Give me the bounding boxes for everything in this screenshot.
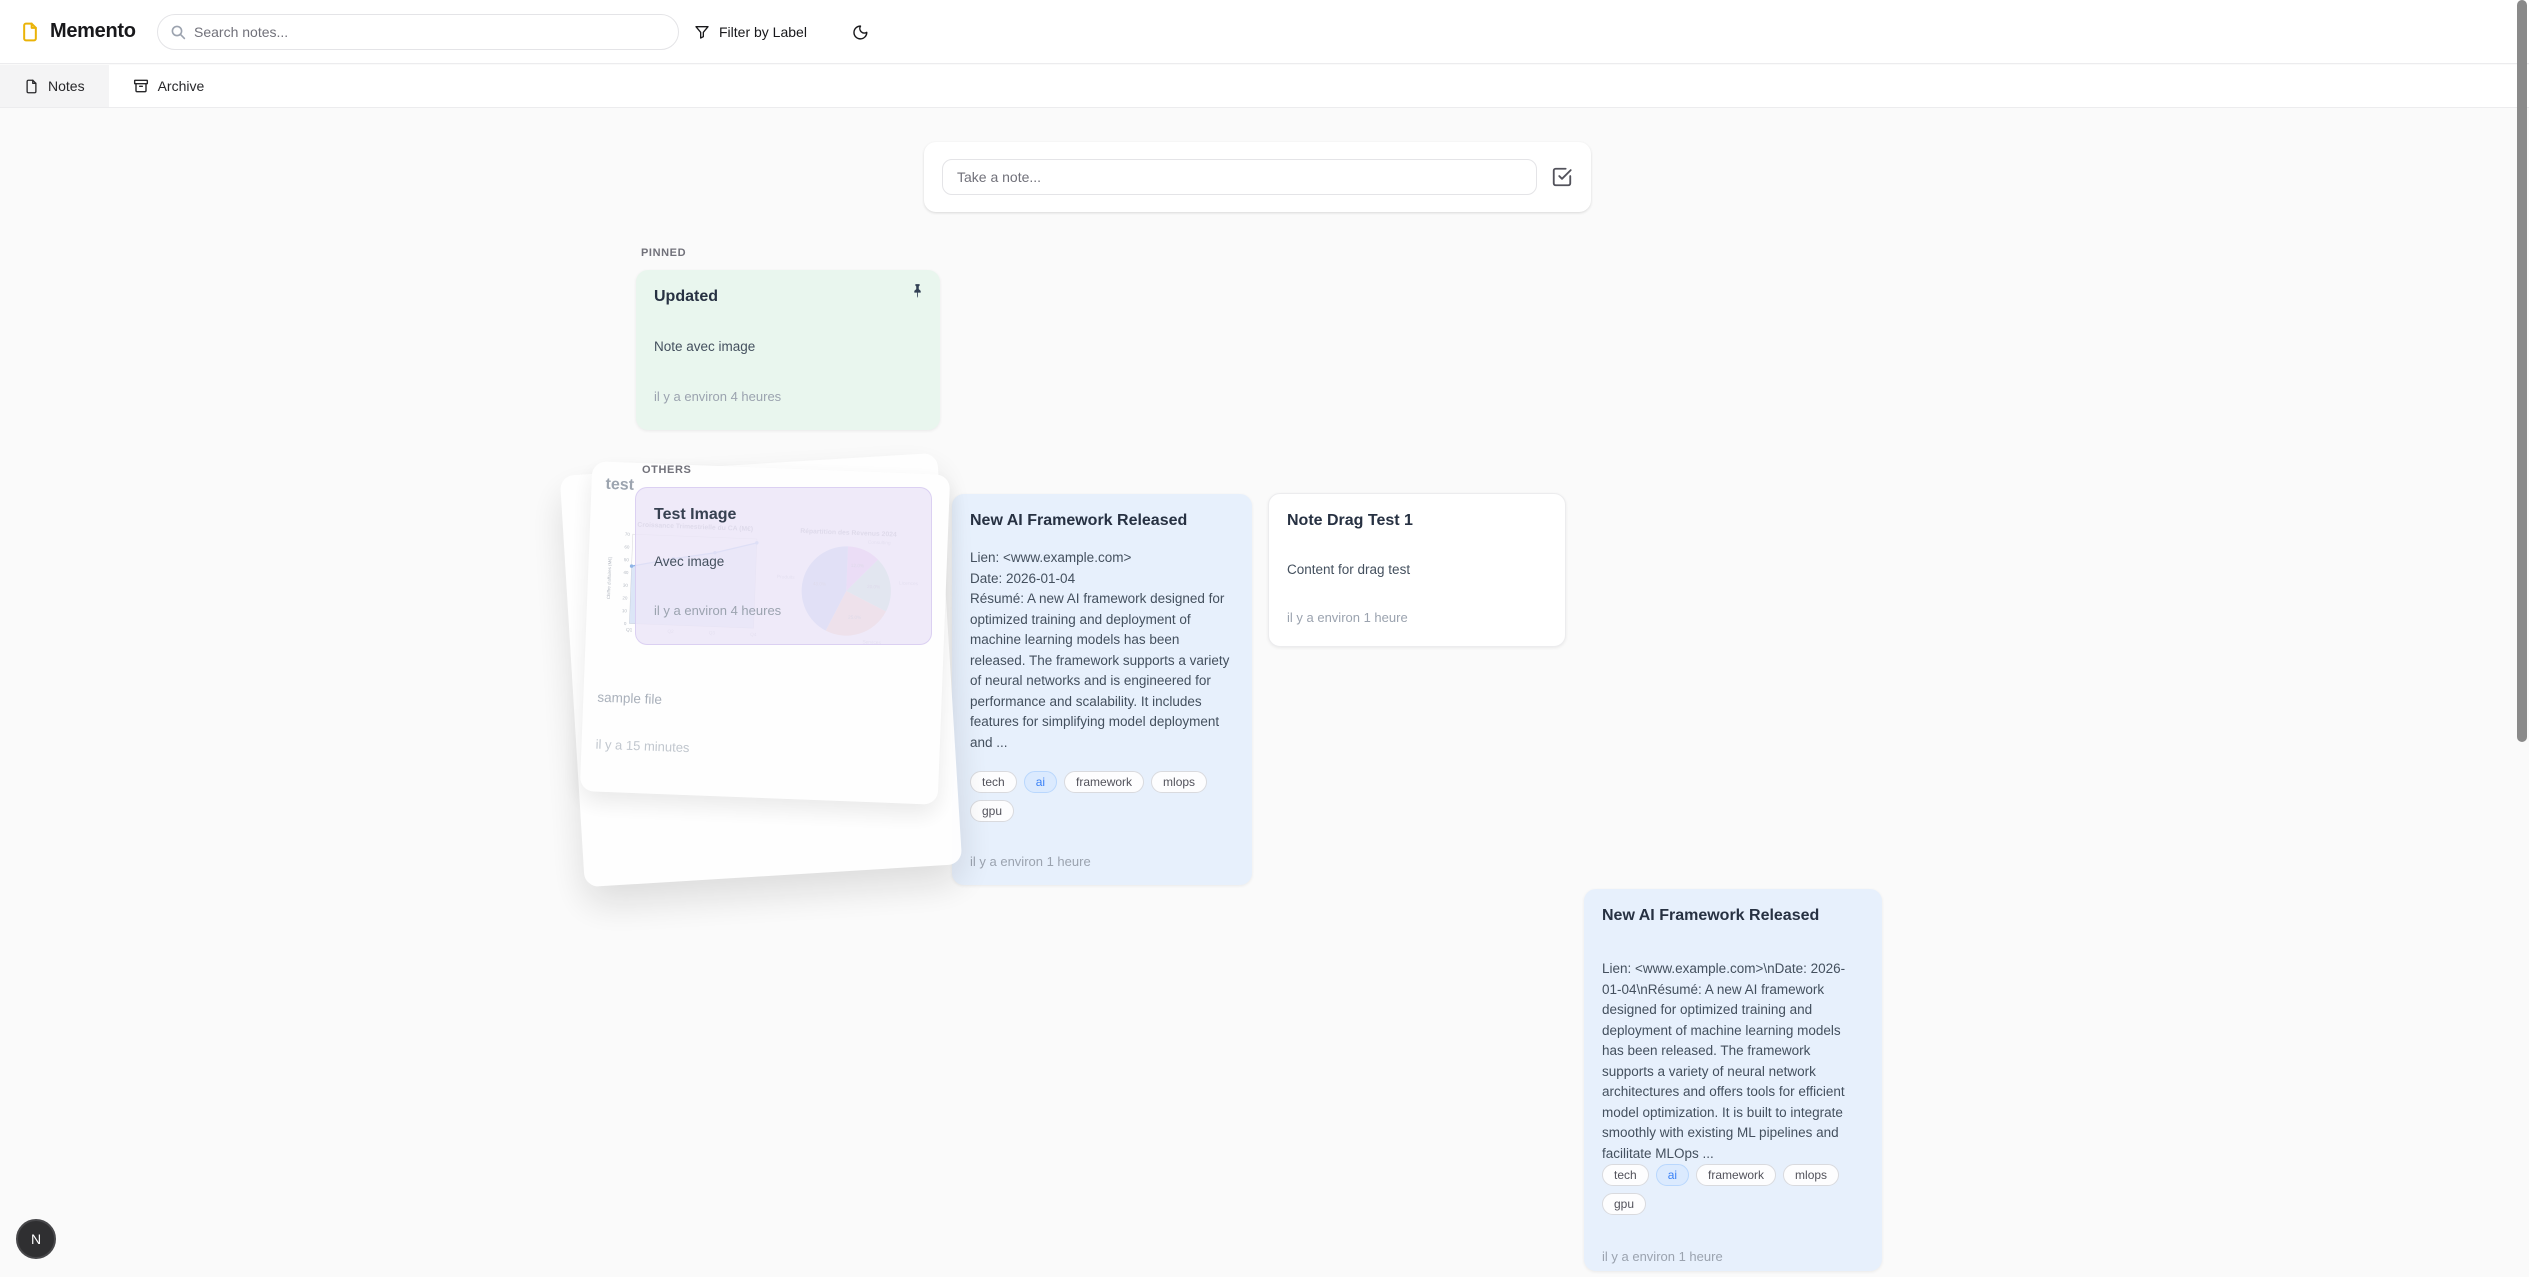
filter-by-label-text: Filter by Label <box>719 24 807 40</box>
avatar-initial: N <box>31 1231 41 1247</box>
note-timestamp: il y a environ 1 heure <box>1287 610 1547 625</box>
note-card-pinned[interactable]: Updated Note avec image il y a environ 4… <box>636 270 940 430</box>
svg-text:70: 70 <box>625 532 631 537</box>
svg-text:40: 40 <box>623 570 629 575</box>
note-content: sample file <box>597 690 927 718</box>
app-logo: Memento <box>20 20 136 43</box>
svg-text:Q1: Q1 <box>626 627 633 632</box>
note-labels: tech ai framework mlops gpu <box>970 771 1234 822</box>
checklist-icon[interactable] <box>1551 166 1573 188</box>
pinned-section-label: PINNED <box>641 247 686 259</box>
tab-archive-label: Archive <box>158 78 205 94</box>
note-card-ai-framework-2[interactable]: New AI Framework Released Lien: <www.exa… <box>1584 889 1882 1271</box>
note-title: New AI Framework Released <box>1602 905 1864 927</box>
filter-icon <box>694 24 710 40</box>
label-chip-ai[interactable]: ai <box>1656 1164 1689 1186</box>
note-labels: tech ai framework mlops gpu <box>1602 1164 1864 1215</box>
note-title: Updated <box>654 286 922 308</box>
take-a-note-input[interactable] <box>942 159 1537 195</box>
note-content: Lien: <www.example.com> Date: 2026-01-04… <box>970 548 1234 753</box>
note-card-ghost[interactable]: Test Image Avec image il y a environ 4 h… <box>635 487 932 645</box>
note-title: Note Drag Test 1 <box>1287 510 1547 532</box>
tab-archive[interactable]: Archive <box>109 65 229 107</box>
svg-text:30: 30 <box>623 583 629 588</box>
note-content: Content for drag test <box>1287 560 1547 581</box>
note-file-icon <box>24 79 39 94</box>
note-content: Lien: <www.example.com>\nDate: 2026-01-0… <box>1602 959 1864 1164</box>
note-timestamp: il y a environ 4 heures <box>654 603 913 618</box>
others-section-label: OTHERS <box>642 464 691 476</box>
label-chip-ai[interactable]: ai <box>1024 771 1057 793</box>
label-chip-tech[interactable]: tech <box>970 771 1017 793</box>
app-title: Memento <box>50 20 136 43</box>
svg-text:10: 10 <box>622 608 628 613</box>
svg-text:60: 60 <box>624 544 630 549</box>
label-chip-mlops[interactable]: mlops <box>1151 771 1207 793</box>
note-timestamp: il y a 15 minutes <box>595 737 925 765</box>
note-card-ai-framework[interactable]: New AI Framework Released Lien: <www.exa… <box>952 494 1252 885</box>
note-content: Avec image <box>654 552 913 573</box>
note-title: New AI Framework Released <box>970 510 1234 532</box>
app-header: Memento Filter by Label <box>0 0 2529 64</box>
svg-text:50: 50 <box>624 557 630 562</box>
logo-file-icon <box>20 21 40 43</box>
label-chip-tech[interactable]: tech <box>1602 1164 1649 1186</box>
note-timestamp: il y a environ 1 heure <box>970 854 1234 869</box>
note-composer <box>924 142 1591 212</box>
tab-notes[interactable]: Notes <box>0 65 109 107</box>
label-chip-framework[interactable]: framework <box>1696 1164 1776 1186</box>
search-icon <box>170 24 186 40</box>
user-avatar[interactable]: N <box>16 1219 56 1259</box>
filter-by-label-button[interactable]: Filter by Label <box>688 16 813 48</box>
moon-icon <box>852 24 869 41</box>
note-title: Test Image <box>654 504 913 526</box>
svg-text:Chiffre d'affaires (M€): Chiffre d'affaires (M€) <box>606 556 613 599</box>
tab-notes-label: Notes <box>48 78 85 94</box>
note-timestamp: il y a environ 1 heure <box>1602 1249 1864 1264</box>
note-content: Note avec image <box>654 337 922 358</box>
search-box[interactable] <box>157 14 679 50</box>
note-timestamp: il y a environ 4 heures <box>654 389 922 404</box>
archive-icon <box>133 78 149 94</box>
vertical-scrollbar[interactable] <box>2517 0 2527 742</box>
note-card-drag-test[interactable]: Note Drag Test 1 Content for drag test i… <box>1268 493 1566 647</box>
tabbar: Notes Archive <box>0 65 2529 108</box>
dark-mode-toggle[interactable] <box>844 16 876 48</box>
svg-text:0: 0 <box>624 621 627 626</box>
label-chip-mlops[interactable]: mlops <box>1783 1164 1839 1186</box>
pin-icon[interactable] <box>909 282 926 299</box>
svg-text:20: 20 <box>622 595 628 600</box>
search-input[interactable] <box>194 24 666 40</box>
label-chip-framework[interactable]: framework <box>1064 771 1144 793</box>
label-chip-gpu[interactable]: gpu <box>970 800 1014 822</box>
label-chip-gpu[interactable]: gpu <box>1602 1193 1646 1215</box>
